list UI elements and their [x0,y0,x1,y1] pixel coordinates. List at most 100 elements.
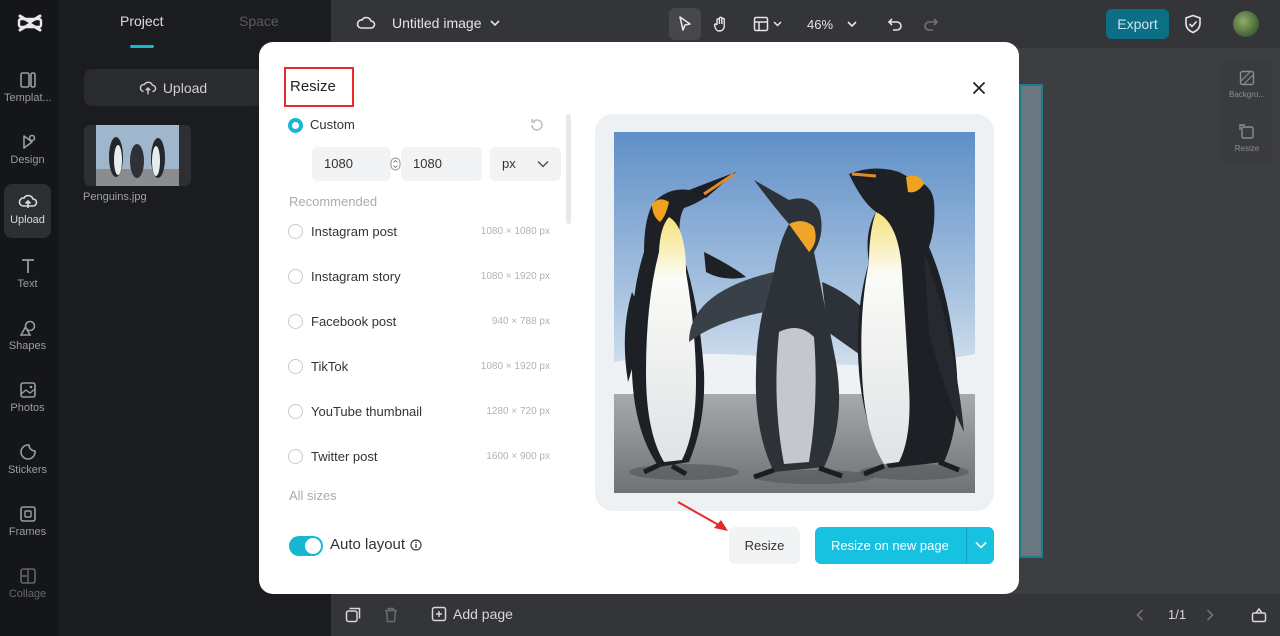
option-radio[interactable] [288,449,303,464]
chevron-right-icon[interactable] [1206,609,1214,621]
auto-layout-toggle[interactable] [289,536,323,556]
auto-layout: Auto layout [330,536,422,553]
add-page-button[interactable]: Add page [431,606,513,622]
size-options-list: Custom 1080 1080 px Recommended Instagra… [287,114,569,514]
option-radio[interactable] [288,314,303,329]
collage-icon [19,568,36,584]
upload-button[interactable]: Upload [84,69,262,106]
option-tiktok[interactable]: TikTok 1080 × 1920 px [288,357,550,377]
option-name: Instagram post [311,224,397,239]
right-tool-panel: Backgro... Resize [1221,58,1273,164]
shield-check-icon[interactable] [1184,14,1202,34]
document-title[interactable]: Untitled image [392,15,500,31]
option-name: YouTube thumbnail [311,404,423,419]
chevron-down-icon [772,21,782,27]
resize-tool[interactable]: Resize [1221,122,1273,153]
rail-item-label: Shapes [8,340,47,352]
hand-tool-button[interactable] [707,8,735,40]
shapes-icon [19,320,35,336]
page-indicator: 1/1 [1168,607,1187,622]
option-radio[interactable] [288,404,303,419]
width-value: 1080 [324,156,353,171]
background-tool[interactable]: Backgro... [1221,68,1273,99]
rail-item-stickers[interactable]: Stickers [4,434,51,488]
trash-icon[interactable] [384,607,398,623]
chevron-down-icon[interactable] [975,541,987,549]
redo-button[interactable] [919,8,943,40]
unit-select[interactable]: px [490,147,561,181]
document-title-text: Untitled image [392,15,482,31]
capcut-logo-icon[interactable] [17,10,43,36]
option-instagram-story[interactable]: Instagram story 1080 × 1920 px [288,267,550,287]
option-youtube-thumbnail[interactable]: YouTube thumbnail 1280 × 720 px [288,402,550,422]
resize-on-new-page-button[interactable]: Resize on new page [815,527,994,564]
rail-item-photos[interactable]: Photos [4,372,51,426]
uploaded-image-thumbnail[interactable] [84,125,191,186]
rail-item-label: Frames [8,526,47,538]
rail-item-shapes[interactable]: Shapes [4,310,51,364]
preview-panel [595,114,994,511]
option-instagram-post[interactable]: Instagram post 1080 × 1080 px [288,222,550,242]
info-icon[interactable] [410,538,422,551]
option-twitter-post[interactable]: Twitter post 1600 × 900 px [288,447,550,467]
chevron-left-icon[interactable] [1136,609,1144,621]
zoom-level: 46% [806,16,834,32]
upload-button-label: Upload [162,79,208,96]
option-dimensions: 1600 × 900 px [486,451,550,462]
option-facebook-post[interactable]: Facebook post 940 × 788 px [288,312,550,332]
rail-item-text[interactable]: Text [4,248,51,302]
custom-radio[interactable] [288,118,303,133]
reset-icon[interactable] [529,117,545,133]
active-tab-indicator [130,45,154,48]
frames-icon [19,506,36,522]
bottom-bar: Add page 1/1 [331,594,1280,636]
undo-icon [887,18,902,31]
resize-icon [1239,124,1254,139]
resize-button[interactable]: Resize [729,527,800,564]
width-input[interactable]: 1080 [312,147,391,181]
upload-cloud-icon [18,194,37,208]
rail-item-upload[interactable]: Upload [4,184,51,238]
rail-item-collage[interactable]: Collage [4,558,51,612]
duplicate-page-icon[interactable] [345,607,361,623]
export-button[interactable]: Export [1106,9,1169,39]
dialog-title: Resize [284,67,354,107]
upload-cloud-icon [139,81,157,94]
top-bar: Untitled image 46% Export [331,0,1280,48]
option-dimensions: 1080 × 1920 px [480,361,550,372]
undo-button[interactable] [883,8,907,40]
zoom-control[interactable]: 46% [801,8,863,40]
height-input[interactable]: 1080 [401,147,482,181]
cloud-sync-icon[interactable] [356,14,376,32]
background-icon [1239,70,1255,86]
rail-item-label: Stickers [7,464,48,476]
custom-label: Custom [310,117,355,132]
resize-on-new-page-label: Resize on new page [831,538,949,553]
option-radio[interactable] [288,269,303,284]
close-icon[interactable] [968,77,990,99]
option-radio[interactable] [288,359,303,374]
tab-project[interactable]: Project [120,13,164,29]
options-scrollbar[interactable] [566,114,571,224]
aspect-lock-icon[interactable] [390,157,401,171]
rail-item-label: Text [17,278,38,290]
penguins-thumbnail-image [96,125,179,186]
photos-icon [19,382,36,398]
pages-panel-icon[interactable] [1251,607,1267,623]
layout-tool-button[interactable] [749,8,785,40]
option-radio[interactable] [288,224,303,239]
select-tool-button[interactable] [669,8,701,40]
tab-space[interactable]: Space [239,13,279,29]
canvas-page[interactable] [1019,84,1043,558]
rail-item-label: Upload [10,214,45,226]
rail-item-frames[interactable]: Frames [4,496,51,550]
add-page-label: Add page [453,606,513,622]
option-name: Facebook post [311,314,397,329]
rail-item-label: Collage [8,588,47,600]
user-avatar[interactable] [1233,11,1259,37]
height-value: 1080 [413,156,442,171]
rail-item-templates[interactable]: Templat... [4,62,51,116]
rail-item-design[interactable]: Design [4,124,51,178]
unit-value: px [502,156,516,171]
layout-icon [753,16,768,32]
